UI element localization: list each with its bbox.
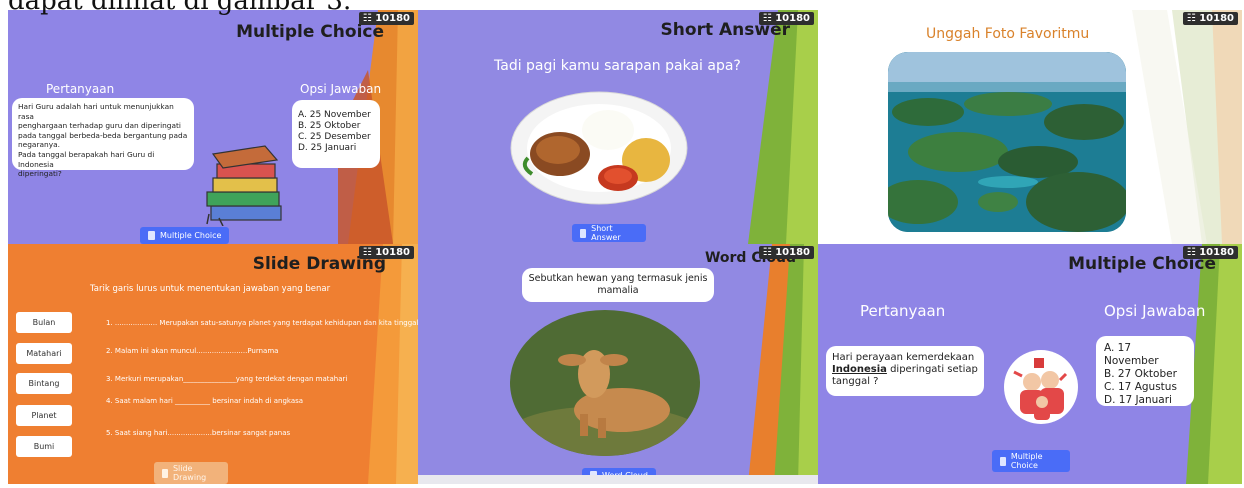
goat-photo[interactable] (510, 310, 700, 456)
sentence-1[interactable]: 1. ................... Merupakan satu-sa… (106, 319, 418, 327)
goat-image (510, 310, 700, 456)
option-d[interactable]: D. 17 Januari (1104, 394, 1186, 407)
options-box: A. 25 November B. 25 Oktober C. 25 Desem… (292, 100, 380, 168)
multiple-choice-button[interactable]: Multiple Choice (992, 450, 1070, 472)
options-label: Opsi Jawaban (1104, 302, 1206, 320)
question-text: Tadi pagi kamu sarapan pakai apa? (494, 58, 741, 74)
options-box: A. 17 November B. 27 Oktober C. 17 Agust… (1096, 336, 1194, 406)
option-c[interactable]: C. 25 Desember (298, 132, 374, 143)
sentence-5[interactable]: 5. Saat siang hari....................be… (106, 429, 290, 437)
multiple-choice-button[interactable]: Multiple Choice (140, 227, 230, 244)
sentence-2[interactable]: 2. Malam ini akan muncul................… (106, 347, 278, 355)
chat-icon (580, 228, 587, 238)
country-name: Indonesia (832, 364, 887, 375)
question-box: Hari perayaan kemerdekaan Indonesia dipe… (826, 346, 984, 396)
hand-icon (148, 231, 155, 240)
slide-word-cloud[interactable]: ☷ 10180 Word Cloud Sebutkan hewan yang t… (418, 244, 818, 484)
island-photo[interactable] (888, 52, 1126, 232)
option-b[interactable]: B. 25 Oktober (298, 121, 374, 132)
celebration-icon (1013, 358, 1068, 420)
slide-multiple-choice-1[interactable]: ☷ 10180 Multiple Choice Pertanyaan Opsi … (8, 10, 418, 244)
question-box: Sebutkan hewan yang termasuk jenis mamal… (522, 268, 714, 302)
sentence-4[interactable]: 4. Saat malam hari __________ bersinar i… (106, 397, 303, 405)
document-caption: dapat dilihat di gambar 3. (8, 0, 352, 16)
word-bulan[interactable]: Bulan (16, 312, 72, 333)
options-label: Opsi Jawaban (300, 82, 382, 96)
question-label: Pertanyaan (860, 302, 946, 320)
access-code-badge: ☷ 10180 (758, 246, 814, 259)
option-a[interactable]: A. 17 November (1104, 342, 1186, 368)
slide-short-answer[interactable]: ☷ 10180 Short Answer Tadi pagi kamu sara… (418, 10, 818, 244)
word-planet[interactable]: Planet (16, 405, 72, 426)
slide-multiple-choice-2[interactable]: ☷ 10180 Multiple Choice Pertanyaan Opsi … (818, 244, 1242, 484)
question-label: Pertanyaan (46, 82, 115, 96)
access-code-badge: ☷ 10180 (758, 12, 814, 25)
question-box: Hari Guru adalah hari untuk menunjukkan … (12, 98, 194, 178)
islands-image (888, 52, 1126, 232)
option-d[interactable]: D. 25 Januari (298, 143, 374, 154)
people-illustration (1004, 350, 1078, 424)
option-c[interactable]: C. 17 Agustus (1104, 381, 1186, 394)
slide-decoration (368, 244, 418, 484)
slide-drawing[interactable]: ☷ 10180 Slide Drawing Tarik garis lurus … (8, 244, 418, 484)
slide-drawing-button[interactable]: Slide Drawing (154, 462, 228, 484)
slide-decoration (748, 10, 818, 244)
word-matahari[interactable]: Matahari (16, 343, 72, 364)
sentence-3[interactable]: 3. Merkuri merupakan_______________yang … (106, 375, 347, 383)
access-code-badge: ☷ 10180 (358, 246, 414, 259)
slide-title: Unggah Foto Favoritmu (926, 26, 1090, 42)
option-a[interactable]: A. 25 November (298, 110, 374, 121)
pencil-icon (162, 468, 168, 478)
slide-decoration (1132, 10, 1242, 244)
access-code-badge: ☷ 10180 (1182, 12, 1238, 25)
books-illustration (206, 145, 282, 226)
access-code-badge: ☷ 10180 (358, 12, 414, 25)
short-answer-button[interactable]: Short Answer (572, 224, 646, 242)
presentation-toolbar[interactable] (418, 475, 818, 484)
instruction-text: Tarik garis lurus untuk menentukan jawab… (90, 284, 331, 294)
word-bumi[interactable]: Bumi (16, 436, 72, 457)
hand-icon (1000, 456, 1006, 466)
access-code-badge: ☷ 10180 (1182, 246, 1238, 259)
slide-upload-photo[interactable]: ☷ 10180 Unggah Foto Favoritmu (818, 10, 1242, 244)
food-plate-image (510, 91, 688, 205)
slide-decoration (748, 244, 818, 484)
slide-title: Multiple Choice (236, 22, 384, 42)
word-bintang[interactable]: Bintang (16, 373, 72, 394)
option-b[interactable]: B. 27 Oktober (1104, 368, 1186, 381)
